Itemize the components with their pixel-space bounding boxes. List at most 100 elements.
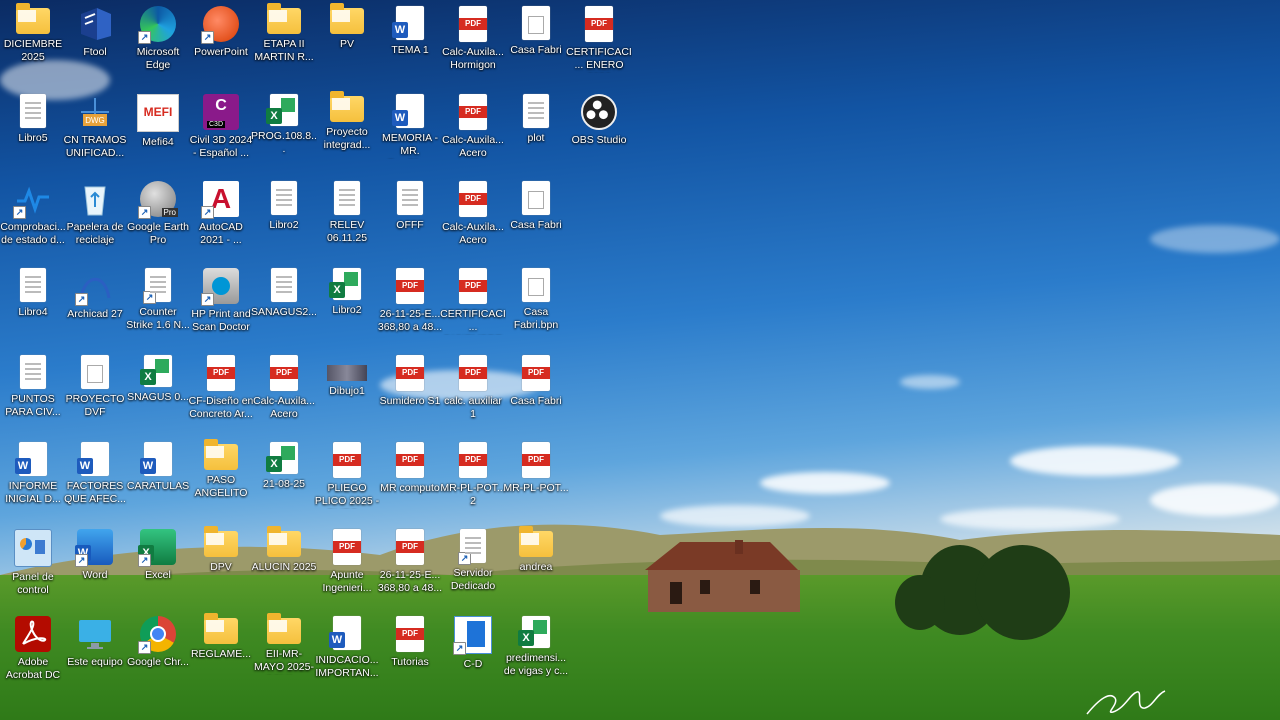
pdf-file-icon: PDF — [396, 355, 424, 391]
desktop-icon[interactable]: andrea — [503, 523, 569, 607]
desktop-icon[interactable]: X PROG.108.8... — [251, 88, 317, 172]
desktop-icon[interactable]: PDF Casa Fabri — [503, 349, 569, 433]
desktop-icon-label: 26-11-25-E... 368,80 a 48... — [377, 569, 443, 594]
desktop-icon[interactable]: Libro4 — [0, 262, 66, 346]
desktop-icon[interactable]: W CARATULAS — [125, 436, 191, 520]
desktop-icon[interactable]: W INFORME INICIAL D... — [0, 436, 66, 520]
desktop-icon[interactable]: ↗ Comprobaci... de estado d... — [0, 175, 66, 259]
desktop-icon[interactable]: RELEV 06.11.25 — [314, 175, 380, 259]
word-document-icon: W — [392, 94, 424, 128]
desktop-icon[interactable]: PDF 26-11-25-E... 368,80 a 48... — [377, 262, 443, 346]
desktop-icon[interactable]: ↗ HP Print and Scan Doctor — [188, 262, 254, 346]
desktop-icon[interactable]: W INIDCACIO... IMPORTAN... — [314, 610, 380, 694]
desktop-icon[interactable]: ↗ PowerPoint — [188, 0, 254, 84]
word-document-icon: W — [392, 6, 424, 40]
desktop-icon[interactable]: PDF Tutorias — [377, 610, 443, 694]
desktop-icon-label: Calc-Auxila... Hormigon — [442, 46, 504, 71]
desktop-icon[interactable]: PDF calc. auxiliar 1 — [440, 349, 506, 433]
desktop-icon-label: Counter Strike 1.6 N... — [126, 306, 190, 331]
cd-file-icon: ↗ — [453, 616, 492, 655]
civil-3d-icon: C C3D — [203, 94, 239, 130]
desktop-icon[interactable]: Casa Fabri — [503, 0, 569, 84]
desktop-icon-label: TEMA 1 — [391, 44, 429, 56]
desktop-icon[interactable]: Casa Fabri — [503, 175, 569, 259]
folder-icon — [519, 526, 553, 557]
cloud — [1010, 446, 1180, 476]
desktop-icon[interactable]: Libro2 — [251, 175, 317, 259]
desktop-icon[interactable]: PDF Calc-Auxila... Acero — [440, 88, 506, 172]
desktop-icon[interactable]: Casa Fabri.bpn — [503, 262, 569, 346]
desktop-icon[interactable]: X 21-08-25 — [251, 436, 317, 520]
shortcut-arrow-icon: ↗ — [201, 293, 214, 306]
desktop-icon[interactable]: REGLAME... — [188, 610, 254, 694]
desktop-icon[interactable]: PROYECTO DVF — [62, 349, 128, 433]
blueprint-file-icon — [522, 268, 550, 302]
desktop-icon[interactable]: ↗ C-D — [440, 610, 506, 694]
desktop-icon[interactable]: A ↗ AutoCAD 2021 - ... — [188, 175, 254, 259]
desktop-icon[interactable]: ↗ Counter Strike 1.6 N... — [125, 262, 191, 346]
desktop-icon-label: HP Print and Scan Doctor — [191, 308, 251, 333]
desktop-icon[interactable]: PASO ANGELITO -... — [188, 436, 254, 520]
desktop-icon[interactable]: Xpredimensi... de vigas y c... — [503, 610, 569, 694]
desktop-icon[interactable]: W TEMA 1 — [377, 0, 443, 84]
desktop-icon[interactable]: ↗ Servidor Dedicado — [440, 523, 506, 607]
desktop-icon[interactable]: MEFI Mefi64 — [125, 88, 191, 172]
desktop-icon[interactable]: PDF Calc-Auxila... Hormigon — [440, 0, 506, 84]
desktop-icon[interactable]: DPV — [188, 523, 254, 607]
desktop-icon[interactable]: C C3D Civil 3D 2024 - Español ... — [188, 88, 254, 172]
desktop-icon-label: Google Chr... — [127, 656, 189, 668]
desktop-icon[interactable]: PDF CF-Diseño en Concreto Ar... — [188, 349, 254, 433]
desktop-icon[interactable]: PDF MR-PL-POT... 2 — [440, 436, 506, 520]
desktop-icon[interactable]: PV — [314, 0, 380, 84]
desktop-icon[interactable]: PDF Sumidero S1 — [377, 349, 443, 433]
desktop-icon[interactable]: ETAPA II MARTIN R... — [251, 0, 317, 84]
desktop-icon[interactable]: Este equipo — [62, 610, 128, 694]
desktop-icon[interactable]: Panel de control — [0, 523, 66, 607]
desktop-icon[interactable]: ↗ Archicad 27 — [62, 262, 128, 346]
desktop-icon[interactable]: PDF 26-11-25-E... 368,80 a 48... — [377, 523, 443, 607]
shortcut-arrow-icon: ↗ — [453, 642, 466, 655]
desktop-icon[interactable]: Libro5 — [0, 88, 66, 172]
desktop-icon[interactable]: OFFF — [377, 175, 443, 259]
edge-icon: ↗ — [138, 6, 176, 44]
desktop-icon[interactable]: ↗ Microsoft Edge — [125, 0, 191, 84]
desktop-icon[interactable]: OBS Studio — [566, 88, 632, 172]
desktop-icon[interactable]: PDF CERTIFICACI... ENERO 2026 — [566, 0, 632, 84]
folder-icon — [330, 91, 364, 122]
desktop-icon[interactable]: PDF PLIEGO PLICO 2025 -PLIEG... — [314, 436, 380, 520]
desktop-icon[interactable]: PDF Calc-Auxila... Acero — [251, 349, 317, 433]
desktop-icon[interactable]: W MEMORIA - MR. Pav.Rig... — [377, 88, 443, 172]
desktop-icon[interactable]: ↗ Google Chr... — [125, 610, 191, 694]
desktop-icon[interactable]: PDF Apunte Ingenieri... — [314, 523, 380, 607]
desktop-icon[interactable]: X Libro2 — [314, 262, 380, 346]
desktop-icon[interactable]: X ↗ Excel — [125, 523, 191, 607]
desktop-icon[interactable]: Pro ↗ Google Earth Pro — [125, 175, 191, 259]
recycle-bin-icon — [77, 181, 113, 217]
desktop-icon[interactable]: EII-MR-MAYO 2025-COVA... — [251, 610, 317, 694]
desktop-icon[interactable]: PUNTOS PARA CIV... — [0, 349, 66, 433]
desktop-icon[interactable]: X SNAGUS 0... — [125, 349, 191, 433]
desktop-icon[interactable]: PDF MR computo — [377, 436, 443, 520]
desktop-icon[interactable]: W FACTORES QUE AFEC... — [62, 436, 128, 520]
desktop-icon[interactable]: Adobe Acrobat DC — [0, 610, 66, 694]
desktop-icon[interactable]: DWG CN TRAMOS UNIFICAD... — [62, 88, 128, 172]
folder-icon — [330, 3, 364, 34]
desktop-icon[interactable]: Proyecto integrad... — [314, 88, 380, 172]
desktop-icon[interactable]: SANAGUS2... — [251, 262, 317, 346]
desktop-icon[interactable]: PDF CERTIFICACI... DICIEMBRE ... — [440, 262, 506, 346]
pdf-file-icon: PDF — [459, 442, 487, 478]
folder-icon — [267, 613, 301, 644]
desktop-icon[interactable]: ALUCIN 2025 — [251, 523, 317, 607]
desktop-icon[interactable]: DICIEMBRE 2025 — [0, 0, 66, 84]
desktop-icon[interactable]: Papelera de reciclaje — [62, 175, 128, 259]
desktop-icon-label: plot — [527, 132, 545, 144]
desktop-icon[interactable]: plot — [503, 88, 569, 172]
desktop-icon-label: DPV — [210, 561, 232, 573]
desktop-icon[interactable]: Ftool — [62, 0, 128, 84]
desktop-icon[interactable]: PDF MR-PL-POT... — [503, 436, 569, 520]
document-file-icon — [20, 268, 46, 302]
desktop-icon[interactable]: PDF Calc-Auxila... Acero — [440, 175, 506, 259]
control-panel-icon — [14, 529, 52, 567]
desktop-icon[interactable]: W ↗ Word — [62, 523, 128, 607]
desktop-icon[interactable]: Dibujo1 — [314, 349, 380, 433]
